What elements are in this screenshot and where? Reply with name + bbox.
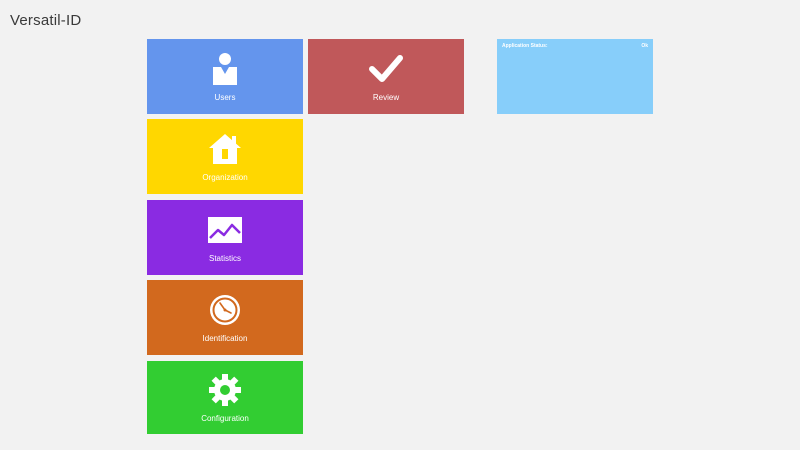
configuration-tile[interactable]: Configuration xyxy=(147,361,303,434)
chart-icon xyxy=(205,212,245,248)
checkmark-icon xyxy=(366,51,406,87)
statistics-tile-label: Statistics xyxy=(208,253,241,263)
organization-tile[interactable]: Organization xyxy=(147,119,303,194)
identification-tile-label: Identification xyxy=(202,333,248,343)
users-tile[interactable]: Users xyxy=(147,39,303,114)
review-tile-label: Review xyxy=(372,92,400,102)
status-value: Ok xyxy=(641,43,648,49)
configuration-tile-label: Configuration xyxy=(201,413,249,423)
app-title: Versatil-ID xyxy=(10,12,82,29)
statistics-tile[interactable]: Statistics xyxy=(147,200,303,275)
application-status-tile[interactable]: Application Status: Ok xyxy=(497,39,653,114)
house-icon xyxy=(205,131,245,167)
organization-tile-label: Organization xyxy=(202,172,248,182)
clock-icon xyxy=(205,292,245,328)
user-icon xyxy=(205,51,245,87)
identification-tile[interactable]: Identification xyxy=(147,280,303,355)
users-tile-label: Users xyxy=(214,92,236,102)
gear-icon xyxy=(205,372,245,408)
review-tile[interactable]: Review xyxy=(308,39,464,114)
status-label: Application Status: xyxy=(502,43,548,49)
